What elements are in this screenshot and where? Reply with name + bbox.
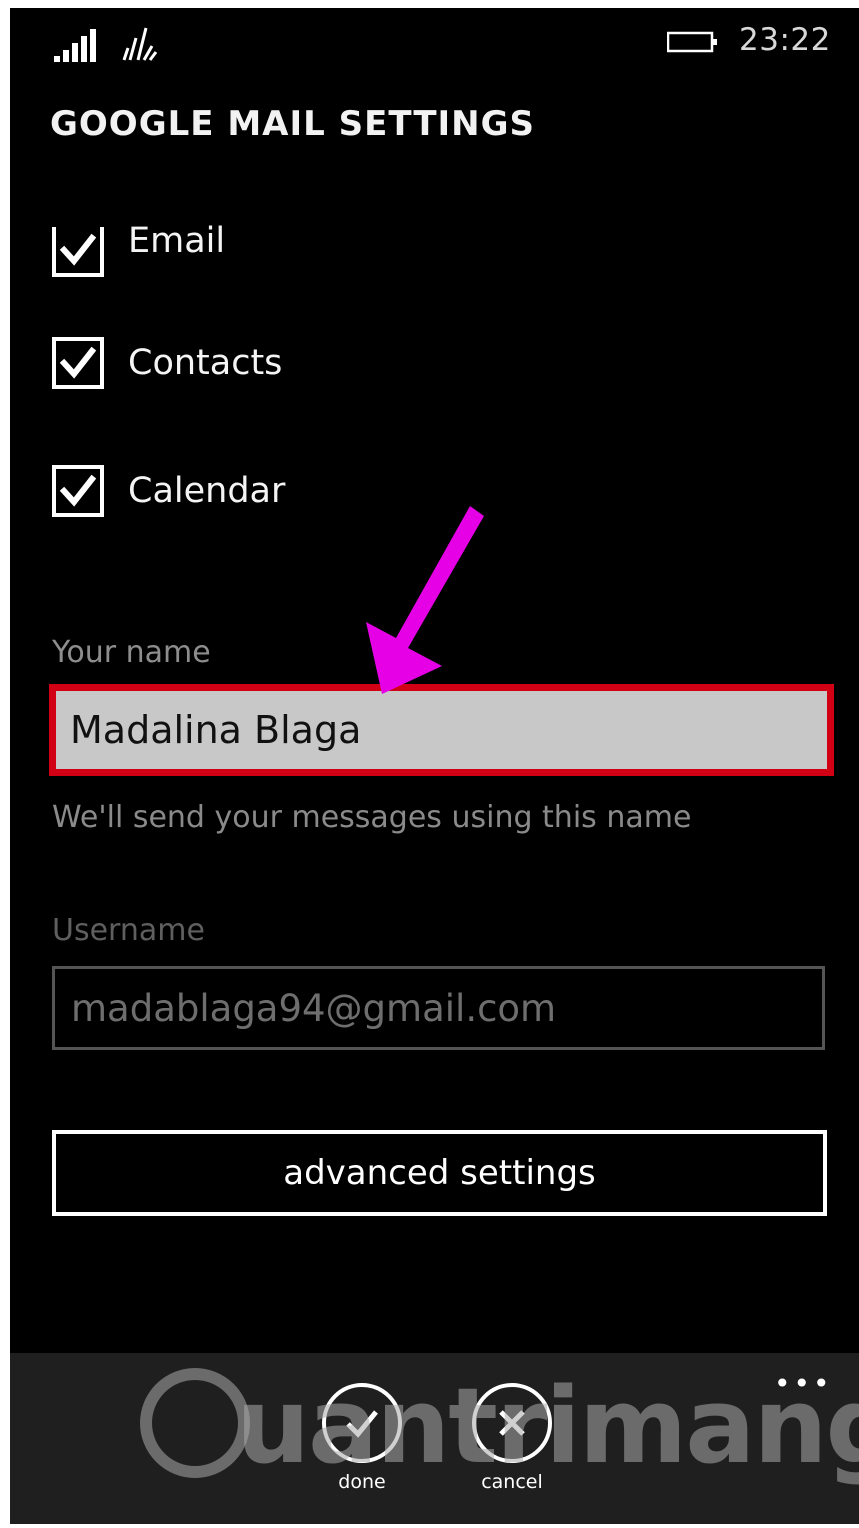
checkmark-icon <box>59 474 97 507</box>
cancel-label: cancel <box>481 1471 543 1493</box>
advanced-settings-button[interactable]: advanced settings <box>52 1130 827 1216</box>
checkmark-icon <box>59 233 97 266</box>
contacts-checkbox[interactable] <box>52 337 104 389</box>
calendar-label: Calendar <box>128 471 286 511</box>
sync-email-option[interactable]: Email <box>52 211 226 277</box>
battery-icon <box>667 31 717 53</box>
done-label: done <box>338 1471 386 1493</box>
your-name-hint: We'll send your messages using this name <box>52 800 692 835</box>
annotation-arrow-icon <box>366 506 484 694</box>
status-bar: 23:22 <box>10 8 859 78</box>
email-checkbox[interactable] <box>52 227 104 277</box>
phone-screen: 23:22 GOOGLE MAIL SETTINGS Email Contact… <box>10 8 859 1524</box>
your-name-input[interactable] <box>56 707 827 753</box>
sync-contacts-option[interactable]: Contacts <box>52 333 282 393</box>
contacts-label: Contacts <box>128 343 283 383</box>
done-button[interactable]: done <box>317 1383 407 1493</box>
close-icon <box>499 1410 525 1436</box>
signal-bars-icon <box>54 29 96 62</box>
checkmark-icon <box>59 346 97 379</box>
app-bar: ••• done cancel <box>10 1353 859 1524</box>
username-field <box>52 966 825 1050</box>
page-title: GOOGLE MAIL SETTINGS <box>50 104 536 144</box>
clock: 23:22 <box>739 22 831 58</box>
email-label: Email <box>128 221 226 261</box>
more-options-button[interactable]: ••• <box>774 1367 833 1400</box>
sync-calendar-option[interactable]: Calendar <box>52 461 285 521</box>
your-name-label: Your name <box>52 635 211 670</box>
checkmark-icon <box>346 1410 378 1438</box>
calendar-checkbox[interactable] <box>52 465 104 517</box>
username-input <box>55 985 822 1031</box>
wifi-icon <box>122 27 158 61</box>
username-label: Username <box>52 913 205 948</box>
cancel-button[interactable]: cancel <box>467 1383 557 1493</box>
